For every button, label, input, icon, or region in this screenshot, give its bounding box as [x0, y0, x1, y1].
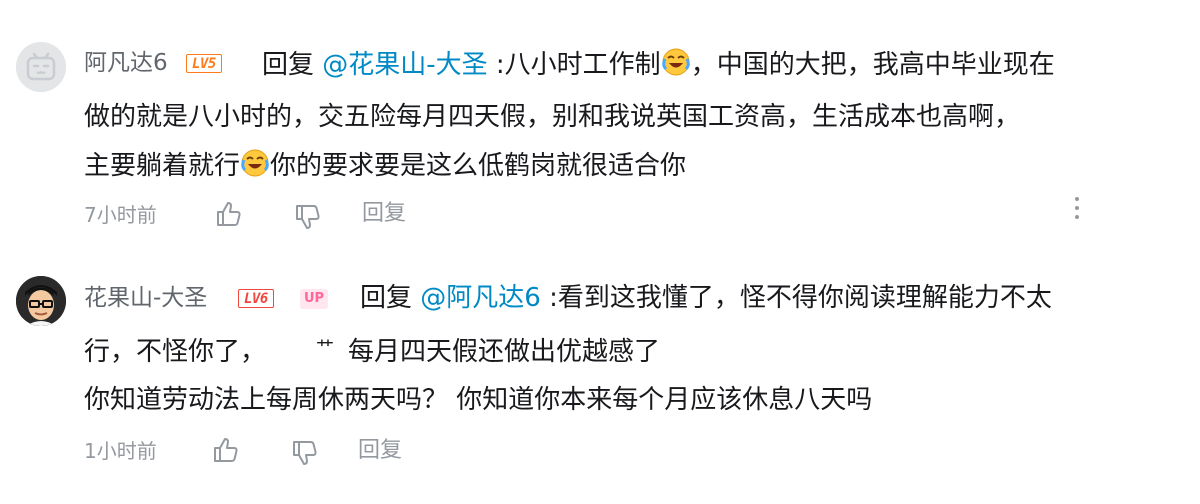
- reply-button[interactable]: 回复: [362, 203, 406, 225]
- comment-text-line-1: 回复 @阿凡达6 :看到这我懂了，怪不得你阅读理解能力不太: [360, 285, 1052, 311]
- user-avatar-icon: [16, 276, 66, 326]
- dislike-button[interactable]: [293, 203, 321, 236]
- mention-link[interactable]: @阿凡达6: [420, 283, 541, 313]
- dislike-icon: [296, 205, 320, 229]
- level-badge: LV6: [238, 289, 274, 308]
- default-avatar-icon: [16, 42, 66, 92]
- timestamp: 1小时前: [84, 439, 157, 463]
- comment-text: :看到这我懂了，怪不得你阅读理解能力不太: [540, 283, 1052, 313]
- up-badge: UP: [300, 289, 329, 309]
- reply-button[interactable]: 回复: [358, 440, 402, 462]
- comment-text: 你的要求要是这么低鹤岗就很适合你: [270, 151, 687, 181]
- crying-laugh-emoji: [661, 47, 691, 77]
- cao-symbol: 艹: [316, 338, 335, 359]
- dislike-button[interactable]: [290, 439, 318, 472]
- avatar[interactable]: [16, 276, 66, 326]
- like-icon: [217, 202, 241, 226]
- comment-text: 主要躺着就行: [84, 151, 241, 181]
- avatar[interactable]: [16, 42, 66, 92]
- comment-text-line-1: 回复 @花果山-大圣 :八小时工作制 ，中国的大把，我高中毕业现在: [262, 47, 1055, 78]
- comment-text-line-3: 主要躺着就行 你的要求要是这么低鹤岗就很适合你: [84, 148, 686, 179]
- reply-prefix: 回复: [262, 50, 323, 80]
- mention-link[interactable]: @花果山-大圣: [322, 50, 487, 80]
- like-button[interactable]: [211, 436, 239, 469]
- comment-text: :八小时工作制: [487, 50, 661, 80]
- username[interactable]: 阿凡达6: [84, 52, 168, 75]
- like-button[interactable]: [214, 200, 242, 233]
- more-icon[interactable]: [1074, 197, 1080, 224]
- comment-text-line-2: 行，不怪你了， 艹每月四天假还做出优越感了: [84, 339, 660, 365]
- comment-text: 行，不怪你了，: [84, 337, 267, 367]
- timestamp: 7小时前: [84, 203, 157, 227]
- comment-text-line-2: 做的就是八小时的，交五险每月四天假，别和我说英国工资高，生活成本也高啊，: [84, 102, 1021, 132]
- comment-text: ，中国的大把，我高中毕业现在: [690, 50, 1055, 80]
- crying-laugh-emoji: [240, 148, 270, 178]
- level-badge: LV5: [186, 54, 222, 73]
- reply-prefix: 回复: [360, 283, 421, 313]
- username[interactable]: 花果山-大圣: [84, 287, 207, 310]
- comment-text: 每月四天假还做出优越感了: [348, 337, 661, 367]
- dislike-icon: [293, 441, 317, 465]
- comment-text-line-3: 你知道劳动法上每周休两天吗？ 你知道你本来每个月应该休息八天吗: [84, 385, 873, 415]
- like-icon: [214, 438, 238, 462]
